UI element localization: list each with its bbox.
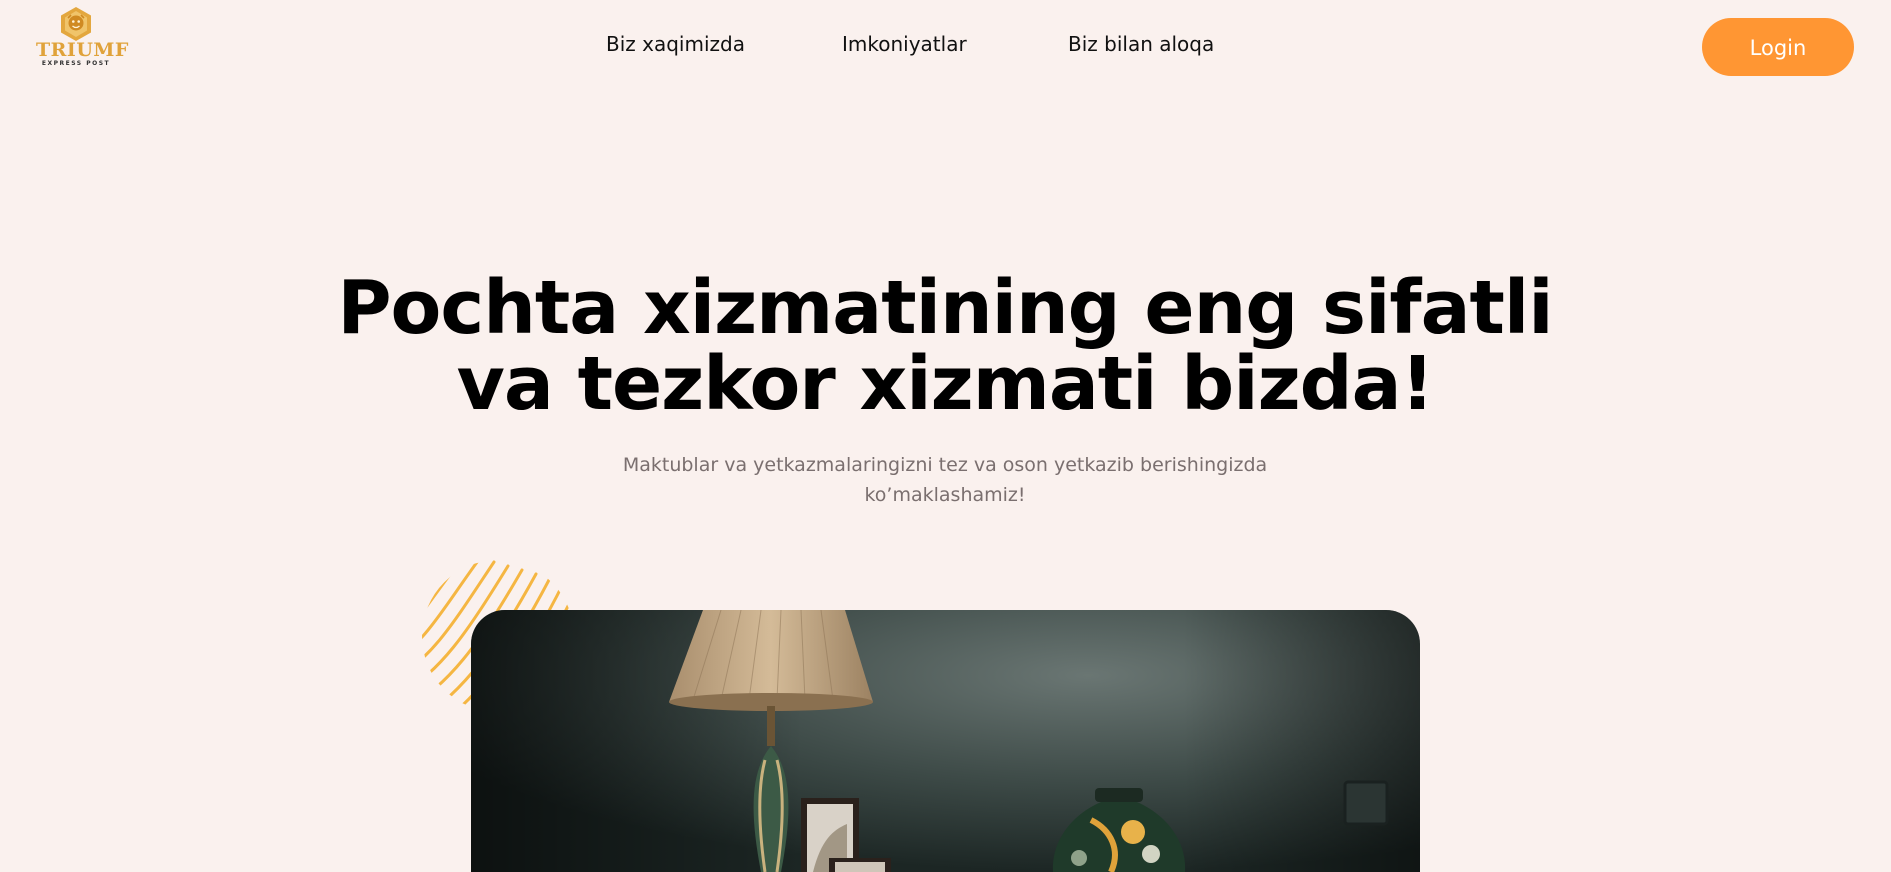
hero-subtitle-line-1: Maktublar va yetkazmalaringizni tez va o… [622, 454, 1268, 476]
nav-item-features[interactable]: Imkoniyatlar [842, 32, 967, 56]
interior-photo-icon [471, 610, 1420, 872]
site-header: TRIUMF EXPRESS POST Biz xaqimizda Imkoni… [0, 0, 1891, 100]
hero-subtitle-line-2: ko’maklashamiz! [864, 484, 1026, 506]
hero-title-line-1: Pochta xizmatining eng sifatli [337, 265, 1553, 351]
hero-title-line-2: va tezkor xizmati bizda! [456, 341, 1435, 427]
hero-title: Pochta xizmatining eng sifatli va tezkor… [245, 270, 1645, 422]
nav-item-about[interactable]: Biz xaqimizda [606, 32, 745, 56]
hero-subtitle: Maktublar va yetkazmalaringizni tez va o… [545, 450, 1345, 510]
nav-item-contact[interactable]: Biz bilan aloqa [1068, 32, 1214, 56]
hero-image [471, 610, 1420, 872]
main-nav: Biz xaqimizda Imkoniyatlar Biz bilan alo… [0, 32, 1891, 62]
login-button[interactable]: Login [1702, 18, 1854, 76]
